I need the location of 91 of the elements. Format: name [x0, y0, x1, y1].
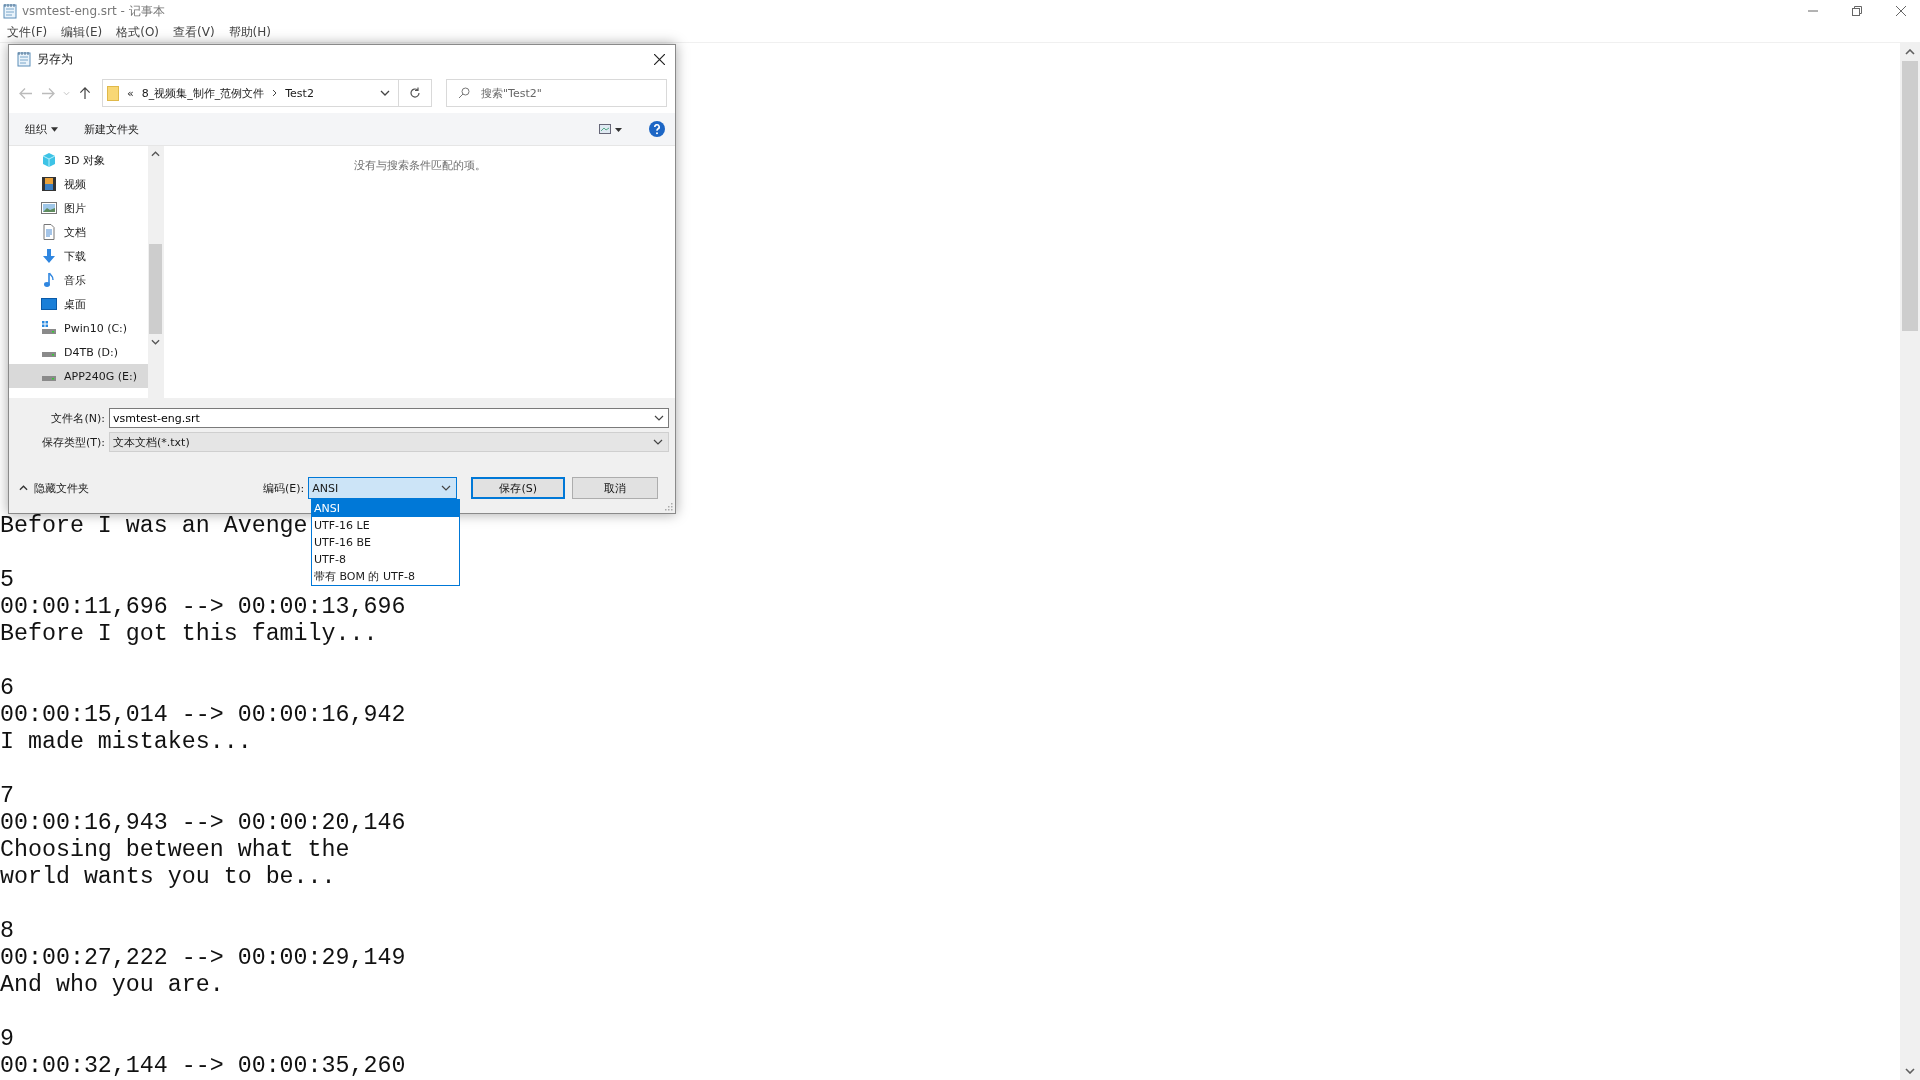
desktop-icon: [41, 296, 57, 312]
scrollbar[interactable]: [1900, 43, 1920, 1080]
encoding-option[interactable]: UTF-8: [312, 551, 459, 568]
nav-item[interactable]: 文档: [9, 220, 148, 244]
nav-item[interactable]: 视频: [9, 172, 148, 196]
hide-folders-toggle[interactable]: 隐藏文件夹: [9, 480, 263, 496]
menu-item[interactable]: 格式(O): [116, 23, 160, 41]
search-field[interactable]: 搜索"Test2": [446, 79, 667, 107]
subtitle-text: Choosing between what the: [0, 837, 350, 864]
window-title: vsmtest-eng.srt - 记事本: [22, 2, 165, 20]
subtitle-index: 9: [0, 1026, 14, 1053]
file-type-dropdown[interactable]: 文本文档(*.txt): [109, 432, 669, 452]
scroll-up-icon[interactable]: [151, 151, 160, 157]
encoding-label: 编码(E):: [263, 480, 305, 496]
scroll-thumb[interactable]: [1902, 61, 1918, 331]
nav-item[interactable]: 音乐: [9, 268, 148, 292]
menu-item[interactable]: 文件(F): [7, 23, 48, 41]
organize-menu[interactable]: 组织: [23, 118, 60, 140]
search-icon: [458, 87, 470, 99]
subtitle-index: 8: [0, 918, 14, 945]
drive-icon: [42, 376, 56, 381]
breadcrumb-item[interactable]: Test2: [285, 86, 314, 100]
nav-item[interactable]: 下载: [9, 244, 148, 268]
dropdown-icon: [653, 439, 663, 445]
subtitle-text: world wants you to be...: [0, 864, 336, 891]
breadcrumb-item[interactable]: 8_视频集_制作_范例文件: [141, 85, 265, 101]
scroll-up-icon[interactable]: [1905, 49, 1915, 55]
cancel-button[interactable]: 取消: [572, 477, 659, 499]
breadcrumb-overflow[interactable]: «: [127, 86, 134, 100]
subtitle-text: Before I got this family...: [0, 621, 378, 648]
refresh-icon: [409, 87, 421, 99]
dialog-title: 另存为: [37, 50, 73, 68]
notepad-icon: [3, 3, 17, 19]
up-icon[interactable]: [78, 86, 92, 100]
folder-icon: [107, 85, 119, 101]
field-label: 文件名(N):: [50, 410, 105, 426]
nav-item[interactable]: 桌面: [9, 292, 148, 316]
subtitle-text: And who you are.: [0, 972, 224, 999]
scrollbar[interactable]: [148, 146, 163, 398]
film-icon: [41, 176, 57, 192]
filename-field[interactable]: vsmtest-eng.srt: [109, 408, 669, 428]
address-bar[interactable]: « 8_视频集_制作_范例文件 Test2: [102, 79, 432, 107]
resize-grip-icon[interactable]: [665, 503, 673, 511]
document-icon: [41, 224, 57, 240]
subtitle-timecode: 00:00:16,943 --> 00:00:20,146: [0, 810, 406, 837]
menu-item[interactable]: 帮助(H): [228, 23, 271, 41]
subtitle-timecode: 00:00:27,222 --> 00:00:29,149: [0, 945, 406, 972]
subtitle-timecode: 00:00:11,696 --> 00:00:13,696: [0, 594, 406, 621]
subtitle-index: 7: [0, 783, 14, 810]
subtitle-text: I made mistakes...: [0, 729, 252, 756]
dropdown-icon[interactable]: [654, 415, 664, 421]
picture-icon: [41, 200, 57, 216]
save-button[interactable]: 保存(S): [471, 477, 566, 499]
subtitle-index: 6: [0, 675, 14, 702]
encoding-option[interactable]: UTF-16 BE: [312, 534, 459, 551]
nav-item[interactable]: D4TB (D:): [9, 340, 148, 364]
nav-item[interactable]: 图片: [9, 196, 148, 220]
chevron-icon[interactable]: [272, 89, 278, 97]
close-icon[interactable]: [654, 53, 665, 65]
dropdown-icon: [441, 485, 452, 491]
notepad-icon: [17, 51, 31, 67]
subtitle-text: Before I was an Avenge: [0, 513, 308, 540]
nav-item[interactable]: APP240G (E:): [9, 364, 148, 388]
field-label: 保存类型(T):: [41, 434, 105, 450]
menu-item[interactable]: 查看(V): [173, 23, 215, 41]
scroll-down-icon[interactable]: [1905, 1068, 1915, 1074]
help-icon[interactable]: [649, 121, 665, 137]
empty-message: 没有与搜索条件匹配的项。: [353, 158, 486, 172]
restore-icon[interactable]: [1852, 6, 1862, 16]
nav-item[interactable]: Pwin10 (C:): [9, 316, 148, 340]
caret-icon: [51, 126, 58, 132]
view-icon[interactable]: [599, 123, 623, 135]
nav-item[interactable]: 3D 对象: [9, 148, 148, 172]
drive-icon: [42, 352, 56, 357]
subtitle-index: 5: [0, 567, 14, 594]
drive-icon: [41, 320, 57, 336]
subtitle-timecode: 00:00:15,014 --> 00:00:16,942: [0, 702, 406, 729]
scroll-thumb[interactable]: [149, 244, 162, 334]
encoding-option[interactable]: 带有 BOM 的 UTF-8: [312, 568, 459, 585]
scroll-down-icon[interactable]: [151, 339, 160, 345]
cube-icon: [41, 152, 57, 168]
chevron-up-icon: [19, 485, 28, 491]
subtitle-timecode: 00:00:32,144 --> 00:00:35,260: [0, 1053, 406, 1080]
new-folder-button[interactable]: 新建文件夹: [82, 118, 141, 140]
dropdown-icon[interactable]: [380, 90, 390, 96]
music-note-icon: [41, 272, 57, 288]
encoding-option[interactable]: ANSI: [312, 500, 459, 517]
menu-item[interactable]: 编辑(E): [61, 23, 103, 41]
encoding-option[interactable]: UTF-16 LE: [312, 517, 459, 534]
encoding-dropdown[interactable]: ANSI: [308, 477, 458, 499]
download-icon: [41, 248, 57, 264]
